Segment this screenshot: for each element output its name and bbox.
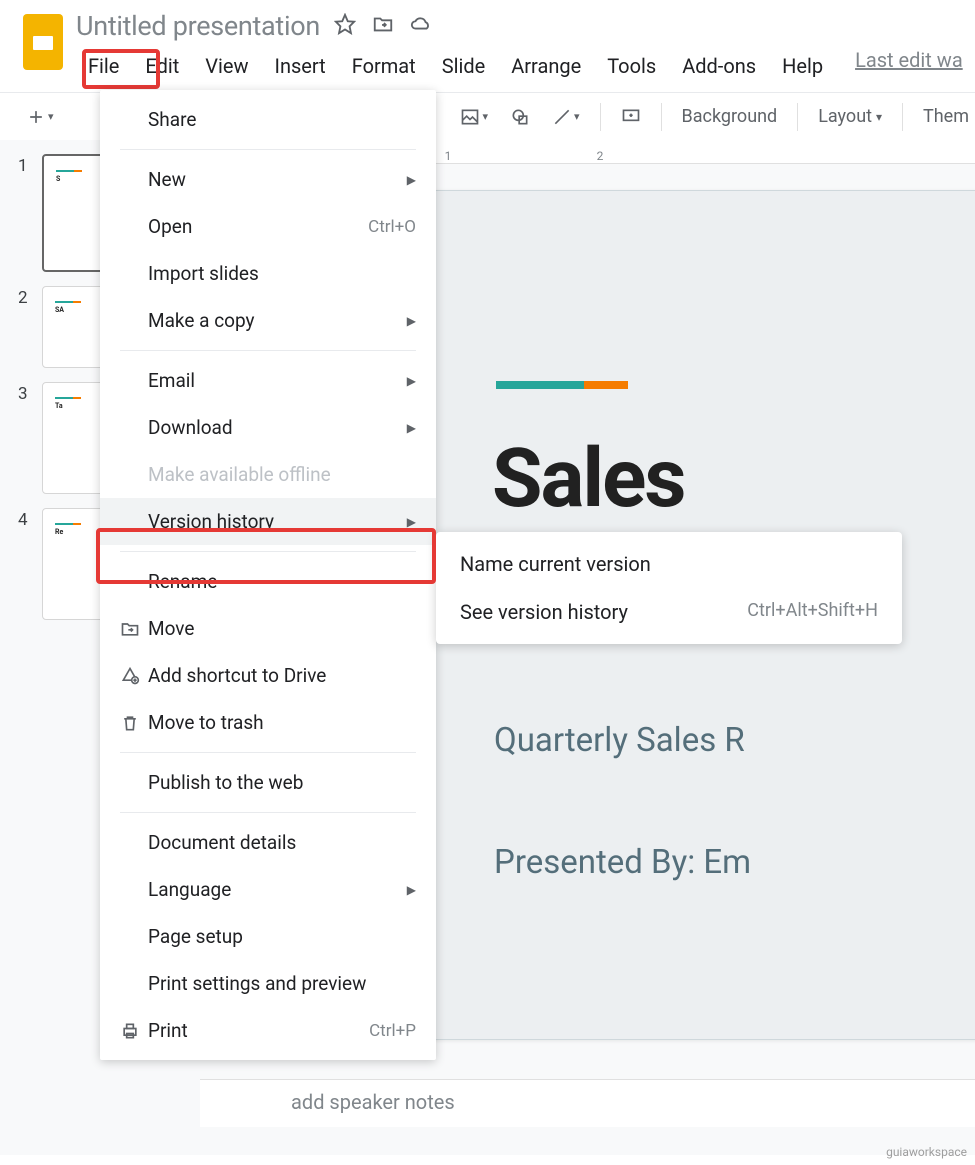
file-print-settings[interactable]: Print settings and preview bbox=[100, 960, 436, 1007]
file-make-offline: Make available offline bbox=[100, 451, 436, 498]
menu-help[interactable]: Help bbox=[770, 48, 835, 84]
file-publish[interactable]: Publish to the web bbox=[100, 759, 436, 806]
trash-icon bbox=[120, 713, 148, 733]
line-icon[interactable]: ▾ bbox=[546, 103, 586, 131]
menubar: File Edit View Insert Format Slide Arran… bbox=[76, 48, 975, 84]
file-rename[interactable]: Rename bbox=[100, 558, 436, 605]
cloud-saved-icon[interactable] bbox=[410, 13, 432, 39]
drive-shortcut-icon bbox=[120, 666, 148, 686]
move-icon bbox=[120, 619, 148, 639]
menu-tools[interactable]: Tools bbox=[595, 48, 668, 84]
document-title[interactable]: Untitled presentation bbox=[76, 10, 320, 42]
thumb-number: 3 bbox=[18, 382, 34, 494]
submenu-see-version-history[interactable]: See version history Ctrl+Alt+Shift+H bbox=[436, 588, 902, 636]
file-download[interactable]: Download▶ bbox=[100, 404, 436, 451]
file-new[interactable]: New▶ bbox=[100, 156, 436, 203]
menu-addons[interactable]: Add-ons bbox=[670, 48, 768, 84]
menu-format[interactable]: Format bbox=[340, 48, 428, 84]
file-print[interactable]: PrintCtrl+P bbox=[100, 1007, 436, 1054]
annotation-file-highlight bbox=[82, 49, 160, 89]
menu-slide[interactable]: Slide bbox=[430, 48, 498, 84]
slide-subtitle-2[interactable]: Presented By: Em bbox=[494, 843, 751, 882]
file-menu-dropdown: Share New▶ OpenCtrl+O Import slides Make… bbox=[100, 90, 436, 1060]
slide-subtitle-1[interactable]: Quarterly Sales R bbox=[494, 721, 745, 760]
shape-icon[interactable] bbox=[504, 103, 536, 131]
accent-bar bbox=[496, 381, 584, 389]
layout-button[interactable]: Layout bbox=[812, 102, 888, 131]
speaker-notes[interactable]: Click to add speaker notes bbox=[200, 1079, 975, 1127]
thumb-number: 2 bbox=[18, 286, 34, 368]
star-icon[interactable] bbox=[334, 13, 356, 39]
file-move[interactable]: Move bbox=[100, 605, 436, 652]
file-make-copy[interactable]: Make a copy▶ bbox=[100, 297, 436, 344]
file-open[interactable]: OpenCtrl+O bbox=[100, 203, 436, 250]
last-edit-link[interactable]: Last edit wa bbox=[855, 48, 963, 84]
file-page-setup[interactable]: Page setup bbox=[100, 913, 436, 960]
move-folder-icon[interactable] bbox=[372, 13, 394, 39]
comment-icon[interactable] bbox=[615, 103, 647, 131]
file-email[interactable]: Email▶ bbox=[100, 357, 436, 404]
slide-title-text[interactable]: Sales bbox=[492, 431, 684, 527]
file-add-shortcut[interactable]: Add shortcut to Drive bbox=[100, 652, 436, 699]
theme-button[interactable]: Them bbox=[917, 102, 975, 131]
menu-insert[interactable]: Insert bbox=[263, 48, 338, 84]
menu-arrange[interactable]: Arrange bbox=[499, 48, 593, 84]
file-document-details[interactable]: Document details bbox=[100, 819, 436, 866]
slides-logo[interactable] bbox=[18, 8, 68, 76]
watermark: guiaworkspace bbox=[886, 1145, 967, 1159]
print-icon bbox=[120, 1021, 148, 1041]
file-version-history[interactable]: Version history▶ bbox=[100, 498, 436, 545]
file-share[interactable]: Share bbox=[100, 96, 436, 143]
background-button[interactable]: Background bbox=[676, 102, 784, 131]
menu-view[interactable]: View bbox=[193, 48, 260, 84]
submenu-name-current-version[interactable]: Name current version bbox=[436, 540, 902, 588]
version-history-submenu: Name current version See version history… bbox=[436, 532, 902, 644]
new-slide-button[interactable]: ▾ bbox=[20, 103, 60, 131]
file-move-trash[interactable]: Move to trash bbox=[100, 699, 436, 746]
file-language[interactable]: Language▶ bbox=[100, 866, 436, 913]
thumb-number: 1 bbox=[18, 154, 34, 272]
image-icon[interactable]: ▾ bbox=[454, 103, 494, 131]
thumb-number: 4 bbox=[18, 508, 34, 620]
file-import-slides[interactable]: Import slides bbox=[100, 250, 436, 297]
